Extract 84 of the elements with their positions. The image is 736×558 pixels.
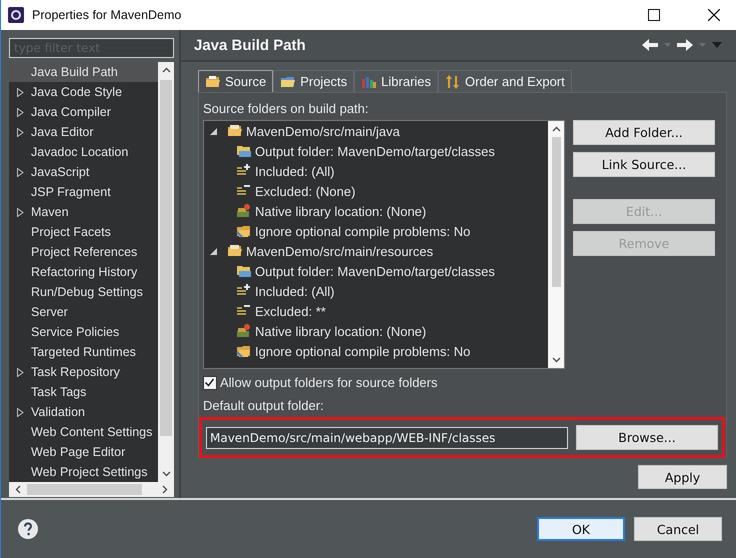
- category-item[interactable]: Task Tags: [9, 382, 158, 402]
- tab[interactable]: Source: [198, 70, 274, 92]
- scroll-up-icon[interactable]: [162, 67, 170, 73]
- folder-icon: [236, 343, 252, 359]
- category-item[interactable]: Java Editor: [9, 122, 158, 142]
- field-label: Default output folder:: [203, 398, 325, 413]
- checkbox[interactable]: [203, 376, 217, 390]
- scroll-left-icon[interactable]: [15, 485, 21, 494]
- category-item[interactable]: Java Compiler: [9, 102, 158, 122]
- tree-item[interactable]: Native library location: (None): [204, 201, 548, 221]
- source-folder-icon: [227, 123, 243, 139]
- expand-arrow-icon[interactable]: [16, 108, 24, 116]
- category-item[interactable]: Maven: [9, 202, 158, 222]
- page-title: Java Build Path: [194, 36, 306, 54]
- category-item[interactable]: Service Policies: [9, 322, 158, 342]
- vertical-scrollbar[interactable]: [158, 62, 174, 482]
- source-folder-icon: [227, 243, 243, 259]
- maximize-icon[interactable]: [648, 9, 660, 21]
- category-item[interactable]: Run/Debug Settings: [9, 282, 158, 302]
- ok-button[interactable]: OK: [537, 517, 625, 541]
- category-item[interactable]: Targeted Runtimes: [9, 342, 158, 362]
- scroll-up-icon[interactable]: [552, 126, 560, 132]
- tree-item[interactable]: MavenDemo/src/main/resources: [204, 241, 548, 261]
- category-item[interactable]: JSP Fragment: [9, 182, 158, 202]
- arrows-icon: [445, 74, 462, 90]
- help-icon[interactable]: [18, 519, 38, 539]
- checkbox-label: Allow output folders for source folders: [220, 375, 438, 390]
- category-item[interactable]: Project References: [9, 242, 158, 262]
- output-folder-icon: [236, 143, 252, 159]
- tree-item[interactable]: Excluded: **: [204, 301, 548, 321]
- browse-button[interactable]: Browse...: [576, 425, 718, 450]
- category-item[interactable]: Javadoc Location: [9, 142, 158, 162]
- cancel-button[interactable]: Cancel: [634, 517, 722, 541]
- tree-item[interactable]: Ignore optional compile problems: No: [204, 341, 548, 361]
- expand-arrow-icon[interactable]: [16, 128, 24, 136]
- expand-arrow-icon[interactable]: [16, 168, 24, 176]
- tree-item[interactable]: Excluded: (None): [204, 181, 548, 201]
- library-icon: [236, 323, 252, 339]
- category-item[interactable]: Java Code Style: [9, 82, 158, 102]
- category-item[interactable]: Refactoring History: [9, 262, 158, 282]
- tree-item[interactable]: Output folder: MavenDemo/target/classes: [204, 141, 548, 161]
- app-icon: [8, 7, 24, 23]
- category-item[interactable]: Validation: [9, 402, 158, 422]
- side-button[interactable]: Add Folder...: [573, 120, 715, 145]
- expand-arrow-icon[interactable]: [16, 368, 24, 376]
- horizontal-scrollbar[interactable]: [9, 482, 174, 497]
- collapse-arrow-icon[interactable]: [210, 248, 217, 254]
- library-icon: [236, 203, 252, 219]
- category-item[interactable]: Web Project Settings: [9, 462, 158, 482]
- tree-item[interactable]: MavenDemo/src/main/java: [204, 121, 548, 141]
- tree-item[interactable]: Included: (All): [204, 281, 548, 301]
- side-button[interactable]: Link Source...: [573, 152, 715, 177]
- source-folder-icon: [205, 74, 221, 90]
- tab[interactable]: Order and Export: [438, 70, 572, 92]
- tree-item[interactable]: Ignore optional compile problems: No: [204, 221, 548, 241]
- tree-item[interactable]: Native library location: (None): [204, 321, 548, 341]
- tab[interactable]: Libraries: [354, 70, 438, 92]
- output-folder-icon: [236, 263, 252, 279]
- category-item[interactable]: Web Content Settings: [9, 422, 158, 442]
- expand-arrow-icon[interactable]: [16, 208, 24, 216]
- category-item[interactable]: Java Build Path: [9, 62, 158, 82]
- scroll-right-icon[interactable]: [162, 485, 168, 494]
- category-item[interactable]: Server: [9, 302, 158, 322]
- tab[interactable]: Projects: [273, 70, 354, 92]
- output-folder-field[interactable]: MavenDemo/src/main/webapp/WEB-INF/classes: [206, 426, 568, 448]
- window-title: Properties for MavenDemo: [32, 8, 182, 22]
- expand-arrow-icon[interactable]: [16, 408, 24, 416]
- scroll-down-icon[interactable]: [162, 471, 170, 477]
- tree-item[interactable]: Included: (All): [204, 161, 548, 181]
- back-arrow-icon[interactable]: [642, 39, 658, 51]
- category-item[interactable]: Web Page Editor: [9, 442, 158, 462]
- apply-button[interactable]: Apply: [638, 465, 727, 489]
- category-item[interactable]: Project Facets: [9, 222, 158, 242]
- category-item[interactable]: JavaScript: [9, 162, 158, 182]
- section-label: Source folders on build path:: [203, 101, 370, 116]
- scroll-down-icon[interactable]: [552, 357, 560, 363]
- expand-arrow-icon[interactable]: [16, 88, 24, 96]
- forward-arrow-icon[interactable]: [677, 39, 693, 51]
- folder-icon: [236, 223, 252, 239]
- collapse-arrow-icon[interactable]: [210, 128, 217, 134]
- close-icon[interactable]: [708, 9, 720, 21]
- vertical-scrollbar[interactable]: [548, 121, 564, 368]
- tree-item[interactable]: Output folder: MavenDemo/target/classes: [204, 261, 548, 281]
- category-item[interactable]: Task Repository: [9, 362, 158, 382]
